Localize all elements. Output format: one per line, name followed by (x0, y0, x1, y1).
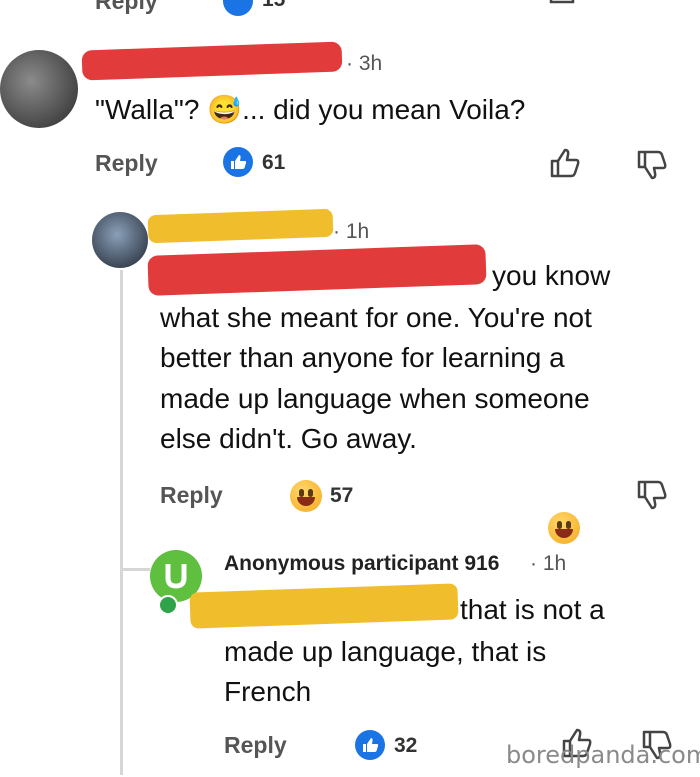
like-icon[interactable] (355, 730, 385, 760)
thread-line (120, 270, 123, 775)
avatar[interactable] (92, 212, 148, 268)
top-downvote-icon[interactable] (635, 0, 665, 10)
comment-time: · 3h (346, 52, 383, 75)
reaction-count: 57 (330, 484, 354, 507)
reply-button[interactable]: Reply (160, 482, 223, 509)
author-name[interactable]: Anonymous participant 916 (224, 552, 499, 576)
top-reply-button[interactable]: Reply (95, 0, 158, 15)
redacted-text (189, 583, 459, 629)
comment-text: "Walla"? 😅... did you mean Voila? (95, 94, 526, 125)
comment-time: · 1h (530, 552, 567, 575)
like-count: 32 (394, 734, 418, 757)
laughing-reaction-icon[interactable] (290, 480, 322, 512)
comment-text-line: French (224, 676, 312, 707)
online-dot (158, 595, 178, 615)
redacted-username (147, 208, 334, 244)
thread-line (120, 568, 150, 571)
time-value: 1h (345, 220, 370, 243)
comment-text-line: made up language, that is (224, 636, 547, 667)
top-like-icon[interactable] (223, 0, 253, 16)
watermark: boredpanda.com (506, 741, 700, 769)
redacted-username (81, 41, 343, 81)
thumbs-up-icon (363, 738, 379, 752)
comment-text-line: that is not a (460, 594, 605, 625)
downvote-icon[interactable] (635, 148, 669, 182)
comment-time: · 1h (333, 220, 370, 243)
comment-text-line: else didn't. Go away. (160, 423, 417, 454)
top-upvote-icon[interactable] (548, 0, 578, 10)
top-like-count: 15 (262, 0, 285, 12)
comment-text-line: what she meant for one. You're not (160, 302, 592, 333)
reply-button[interactable]: Reply (95, 150, 158, 177)
time-value: 1h (542, 552, 567, 575)
comment-text-line: you know (492, 260, 611, 291)
downvote-icon[interactable] (635, 478, 669, 512)
comment-text-line: better than anyone for learning a (160, 342, 565, 373)
like-icon[interactable] (223, 147, 253, 177)
time-value: 3h (358, 52, 383, 75)
avatar[interactable] (0, 50, 78, 128)
reply-button[interactable]: Reply (224, 732, 287, 759)
like-count: 61 (262, 151, 286, 174)
upvote-icon[interactable] (548, 146, 582, 180)
redacted-text (147, 244, 487, 296)
comment-text-line: made up language when someone (160, 383, 590, 414)
laughing-react-button-icon[interactable] (548, 512, 580, 544)
thumbs-up-icon (231, 155, 247, 169)
